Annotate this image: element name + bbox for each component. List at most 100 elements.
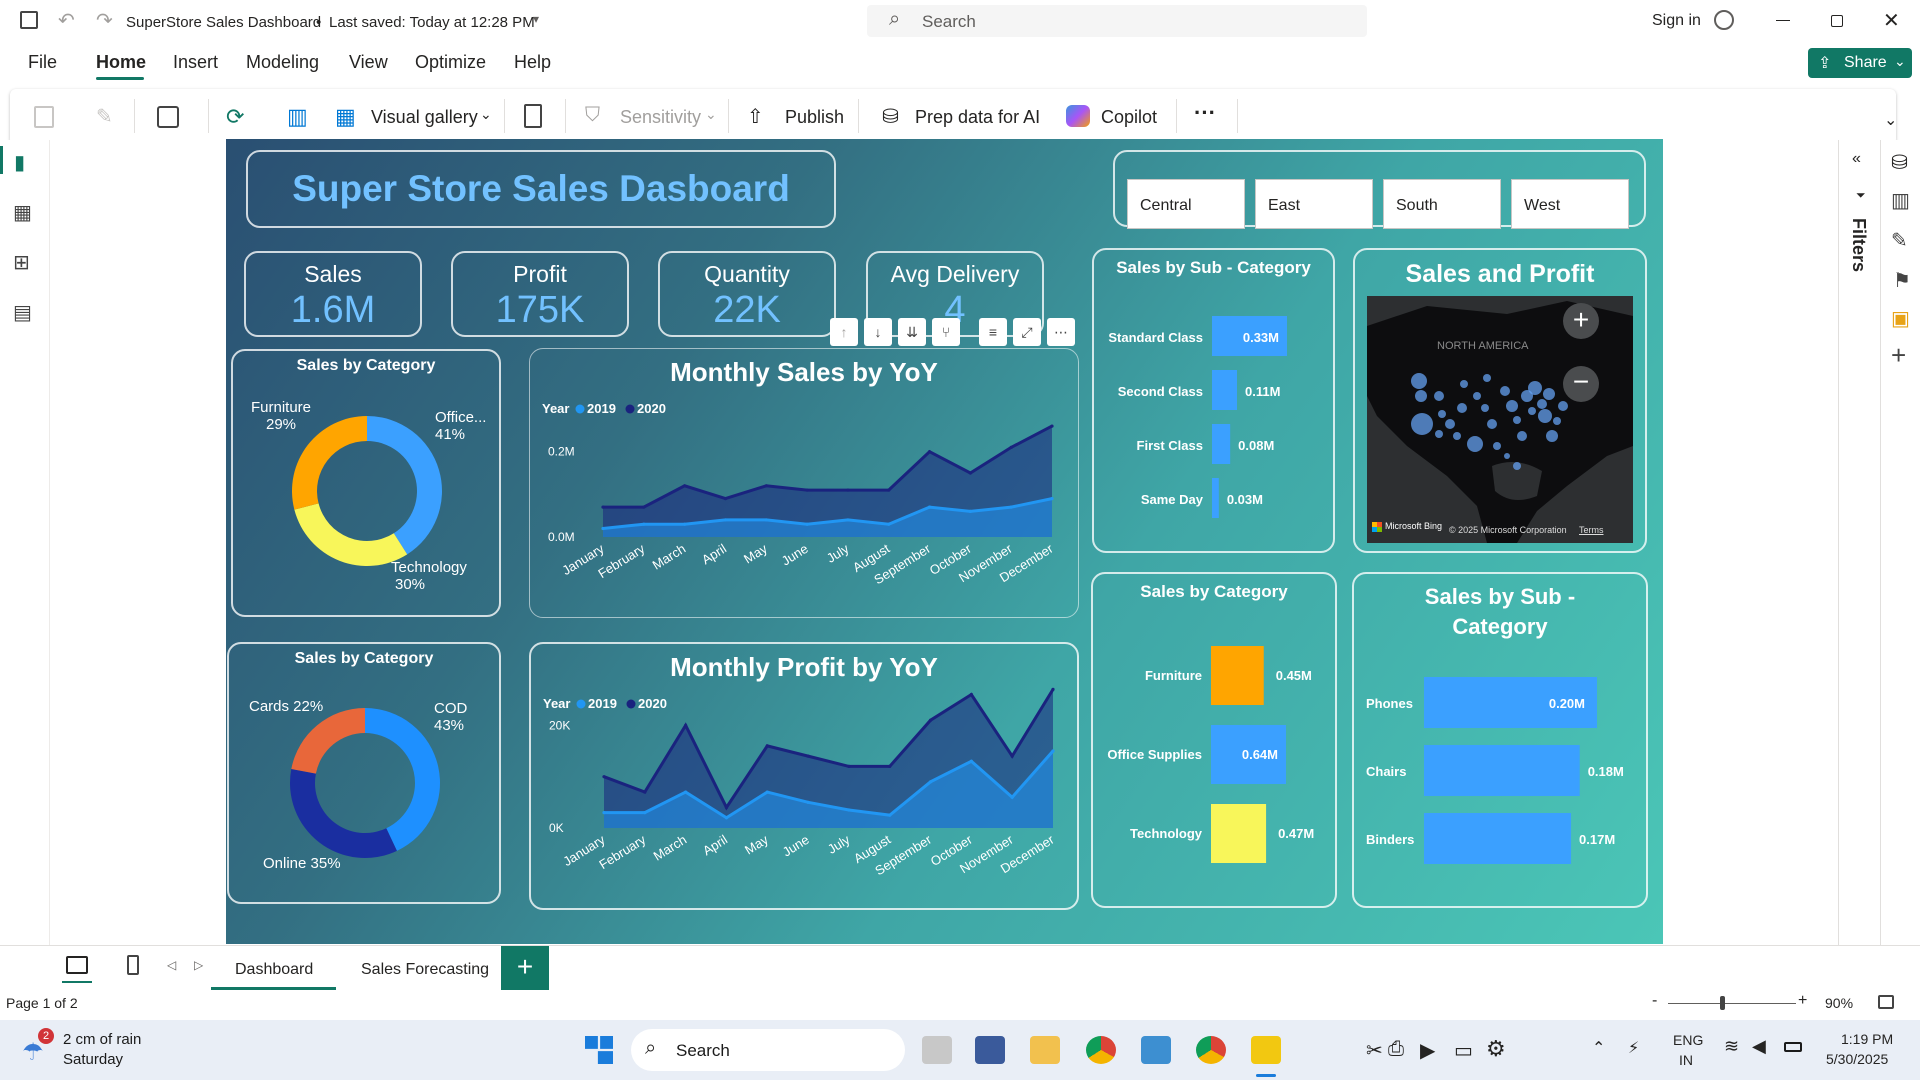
menu-modeling[interactable]: Modeling xyxy=(246,52,319,73)
settings-icon[interactable]: ⚙ xyxy=(1486,1036,1506,1062)
expand-hierarchy-icon[interactable]: ⑂ xyxy=(932,318,960,346)
visual-gallery-icon[interactable]: ▦ xyxy=(335,104,356,130)
zoom-slider-track[interactable] xyxy=(1668,1003,1796,1004)
desktop-layout-icon[interactable] xyxy=(66,956,88,974)
menu-view[interactable]: View xyxy=(349,52,388,73)
scroll-left-icon[interactable]: ◁ xyxy=(167,958,176,972)
menu-optimize[interactable]: Optimize xyxy=(415,52,486,73)
slicer-south[interactable]: South xyxy=(1383,179,1501,229)
search-box[interactable]: ⌕ Search xyxy=(867,5,1367,37)
minimize-icon[interactable] xyxy=(1776,20,1790,21)
redo-icon[interactable]: ↷ xyxy=(96,8,113,33)
scroll-right-icon[interactable]: ▷ xyxy=(194,958,203,972)
prep-data-icon[interactable]: ⛁ xyxy=(882,104,899,129)
camera-icon[interactable]: ⎙ xyxy=(1388,1038,1404,1061)
drill-up-icon[interactable]: ↑ xyxy=(830,318,858,346)
chevron-down-icon[interactable]: ▾ xyxy=(533,12,539,26)
battery-saver-icon[interactable]: ⚡ xyxy=(1628,1038,1639,1058)
tab-dashboard[interactable]: Dashboard xyxy=(211,946,336,990)
calculator-icon[interactable] xyxy=(524,104,542,128)
sign-in-link[interactable]: Sign in xyxy=(1652,12,1701,30)
add-page-button[interactable]: + xyxy=(501,946,549,990)
selection-pane-icon[interactable]: ▣ xyxy=(1891,306,1910,331)
weather-text[interactable]: 2 cm of rain xyxy=(63,1031,141,1048)
save-icon[interactable] xyxy=(20,11,38,29)
ship-mode-bar-chart[interactable]: Standard Class 0.33M Second Class 0.11M Firs… xyxy=(1094,250,1337,555)
visual-gallery-button[interactable]: Visual gallery xyxy=(371,107,478,128)
snipping-tool-icon[interactable]: ✂ xyxy=(1366,1038,1383,1063)
zoom-out-button[interactable]: - xyxy=(1652,992,1657,1010)
format-painter-icon[interactable]: ✎ xyxy=(96,104,113,129)
dax-query-icon[interactable]: ▤ xyxy=(13,300,32,325)
model-view-icon[interactable]: ⊞ xyxy=(13,250,30,275)
get-data-icon[interactable] xyxy=(157,106,179,128)
chrome-profile-icon[interactable] xyxy=(1196,1036,1226,1064)
menu-help[interactable]: Help xyxy=(514,52,551,73)
refresh-icon[interactable]: ⟳ xyxy=(226,104,244,130)
windows-start-icon[interactable] xyxy=(585,1036,613,1064)
expand-pane-icon[interactable]: « xyxy=(1852,150,1861,168)
user-icon[interactable] xyxy=(1714,10,1734,30)
notepad-icon[interactable] xyxy=(1141,1036,1171,1064)
slicer-east[interactable]: East xyxy=(1255,179,1373,229)
report-view-icon[interactable]: ▮ xyxy=(14,150,25,175)
menu-file[interactable]: File xyxy=(28,52,57,73)
monthly-sales-chart[interactable]: Year 2019 20200.2M0.0MJanuaryFebruary March… xyxy=(530,349,1080,619)
mobile-layout-icon[interactable] xyxy=(127,955,139,975)
share-button[interactable]: ⇪ Share ⌄ xyxy=(1808,48,1912,78)
collapse-ribbon-icon[interactable]: ⌄ xyxy=(1884,110,1897,130)
focus-mode-icon[interactable]: ⤢ xyxy=(1013,318,1041,346)
slicer-central[interactable]: Central xyxy=(1127,179,1245,229)
menu-insert[interactable]: Insert xyxy=(173,52,218,73)
category-bar-chart[interactable]: Furniture 0.45M Office Supplies 0.64M Techno… xyxy=(1093,574,1339,910)
video-icon[interactable]: ▶ xyxy=(1420,1038,1435,1063)
maximize-icon[interactable] xyxy=(1831,15,1843,27)
chrome-icon[interactable] xyxy=(1086,1036,1116,1064)
filters-pane-collapsed[interactable]: « ⏷ Filters xyxy=(1838,140,1880,946)
visualizations-pane-icon[interactable]: ▥ xyxy=(1891,188,1910,213)
chevron-down-icon[interactable]: ⌄ xyxy=(480,106,492,123)
zoom-out-icon[interactable]: − xyxy=(1563,366,1599,402)
vscode-icon[interactable] xyxy=(975,1036,1005,1064)
show-hidden-icons[interactable]: ⌃ xyxy=(1592,1038,1605,1058)
prep-data-button[interactable]: Prep data for AI xyxy=(915,107,1040,128)
volume-icon[interactable]: ◀ xyxy=(1752,1036,1766,1057)
monthly-profit-chart[interactable]: Year 2019 202020K0KJanuaryFebruary March Apr… xyxy=(531,644,1081,912)
paste-icon[interactable] xyxy=(34,106,54,128)
bubble-map[interactable]: NORTH AMERICA + − Microsoft Bing © 2025 … xyxy=(1367,296,1633,543)
slicer-west[interactable]: West xyxy=(1511,179,1629,229)
more-options-icon[interactable]: ⋯ xyxy=(1047,318,1075,346)
add-pane-icon[interactable]: + xyxy=(1891,340,1906,371)
zoom-slider-thumb[interactable] xyxy=(1720,996,1725,1010)
copilot-icon[interactable] xyxy=(1066,105,1090,127)
subcategory-bar-chart[interactable]: Phones 0.20M Chairs 0.18M Binders 0.17M xyxy=(1354,574,1650,910)
undo-icon[interactable]: ↶ xyxy=(58,8,75,33)
taskbar-search[interactable]: ⌕ Search xyxy=(631,1029,905,1071)
battery-icon[interactable] xyxy=(1784,1042,1802,1052)
language-eng[interactable]: ENG xyxy=(1673,1032,1703,1048)
map-terms-link[interactable]: Terms xyxy=(1579,525,1604,535)
task-view-icon[interactable] xyxy=(922,1036,952,1064)
zoom-in-icon[interactable]: + xyxy=(1563,303,1599,339)
zoom-in-button[interactable]: + xyxy=(1798,992,1807,1010)
file-explorer-icon[interactable] xyxy=(1030,1036,1060,1064)
wifi-icon[interactable]: ≋ xyxy=(1724,1036,1739,1057)
more-options-button[interactable]: ··· xyxy=(1194,100,1216,126)
fit-to-page-icon[interactable] xyxy=(1878,995,1894,1009)
expand-next-level-icon[interactable]: ⇊ xyxy=(898,318,926,346)
new-visual-icon[interactable]: ▥ xyxy=(287,104,308,130)
close-icon[interactable]: ✕ xyxy=(1883,8,1900,33)
clock-time[interactable]: 1:19 PM xyxy=(1841,1031,1893,1047)
drill-down-icon[interactable]: ↓ xyxy=(864,318,892,346)
publish-icon[interactable]: ⇧ xyxy=(747,104,764,129)
table-view-icon[interactable]: ▦ xyxy=(13,200,32,225)
copilot-button[interactable]: Copilot xyxy=(1101,107,1157,128)
filter-icon[interactable]: ≡ xyxy=(979,318,1007,346)
clipboard-icon[interactable]: ▭ xyxy=(1454,1038,1473,1063)
format-pane-icon[interactable]: ✎ xyxy=(1891,228,1908,253)
publish-button[interactable]: Publish xyxy=(785,107,844,128)
menu-home[interactable]: Home xyxy=(96,52,146,73)
power-bi-icon[interactable] xyxy=(1251,1036,1281,1064)
tab-sales-forecasting[interactable]: Sales Forecasting xyxy=(336,946,501,990)
bookmark-icon[interactable]: ⚑ xyxy=(1893,268,1911,293)
